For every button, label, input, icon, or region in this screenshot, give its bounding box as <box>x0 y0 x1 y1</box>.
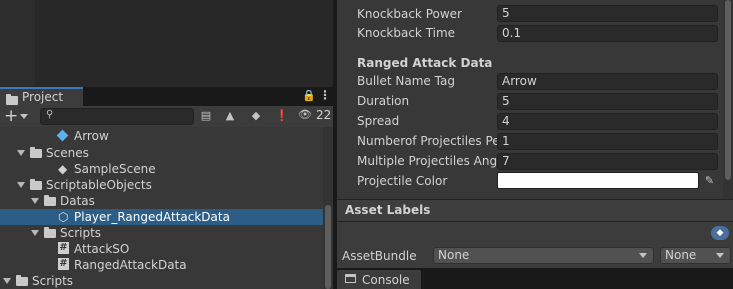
tree-item-label: RangedAttackData <box>74 258 187 272</box>
search-by-label-icon[interactable]: ◆ <box>246 107 266 125</box>
field-label-knockback-power: Knockback Power <box>357 7 462 21</box>
projectile-color-field[interactable] <box>497 172 699 189</box>
chevron-down-icon <box>639 253 647 258</box>
field-label-number-of-projectiles: Numberof Projectiles Per <box>357 134 497 148</box>
hidden-packages-icon[interactable]: 👁 <box>298 108 312 121</box>
tree-item-label: ScriptableObjects <box>46 178 152 192</box>
field-label-projectile-color: Projectile Color <box>357 174 448 188</box>
tree-item-label: Datas <box>60 194 95 208</box>
expand-arrow-icon[interactable] <box>17 150 25 156</box>
scene-view-area <box>0 0 333 86</box>
add-dropdown-caret-icon[interactable] <box>20 114 28 119</box>
tree-item-label: Arrow <box>74 129 109 143</box>
spread-field[interactable]: 4 <box>497 113 718 130</box>
console-icon <box>345 274 356 283</box>
folder-icon <box>16 275 28 286</box>
tree-item-player-rangedattackdata[interactable]: ⬡ Player_RangedAttackData <box>0 209 323 225</box>
tree-item-label: Player_RangedAttackData <box>74 210 230 224</box>
tree-item-label: AttackSO <box>74 242 130 256</box>
tree-item-rangedattackdata-script[interactable]: # RangedAttackData <box>0 257 323 273</box>
tree-item-arrow-prefab[interactable]: Arrow <box>0 128 323 144</box>
search-icon: ⚲ <box>46 109 54 120</box>
assetbundle-value: None <box>438 248 470 262</box>
project-search-input[interactable]: ⚲ <box>40 108 194 125</box>
tree-item-scriptableobjects-folder[interactable]: ScriptableObjects <box>0 177 323 193</box>
tree-item-scripts-folder[interactable]: Scripts <box>0 225 323 241</box>
duration-field[interactable]: 5 <box>497 93 718 110</box>
assetbundle-label: AssetBundle <box>342 249 417 263</box>
search-by-type-icon[interactable]: ▲ <box>220 107 240 125</box>
label-tag-icon[interactable]: ◆ <box>711 226 729 240</box>
expand-arrow-icon[interactable] <box>17 182 25 188</box>
csharp-script-icon: # <box>58 242 69 254</box>
field-label-multiple-projectiles-angle: Multiple Projectiles Ange <box>357 154 497 168</box>
field-label-spread: Spread <box>357 114 400 128</box>
folder-icon <box>44 195 56 206</box>
tab-project[interactable]: Project <box>0 87 83 106</box>
hidden-packages-count: 22 <box>316 108 332 122</box>
tree-item-label: Scripts <box>60 226 102 240</box>
expand-arrow-icon[interactable] <box>3 278 11 284</box>
tree-item-label: Scripts <box>32 274 74 288</box>
field-label-bullet-name-tag: Bullet Name Tag <box>357 74 455 88</box>
knockback-time-field[interactable]: 0.1 <box>497 25 718 42</box>
add-asset-button[interactable]: + <box>4 106 18 126</box>
tree-item-label: Scenes <box>46 146 89 160</box>
expand-arrow-icon[interactable] <box>31 230 39 236</box>
scriptable-object-icon: ⬡ <box>58 210 69 224</box>
scene-icon: ◆ <box>58 162 68 176</box>
chevron-down-icon <box>716 253 724 258</box>
assetbundle-dropdown[interactable]: None <box>433 247 654 264</box>
folder-icon <box>44 227 56 238</box>
tree-item-scenes-folder[interactable]: Scenes <box>0 145 323 161</box>
lock-icon[interactable]: 🔒 <box>302 89 316 102</box>
bullet-name-tag-field[interactable]: Arrow <box>497 73 718 90</box>
folder-icon <box>30 147 42 158</box>
asset-labels-title: Asset Labels <box>345 203 431 217</box>
field-label-duration: Duration <box>357 94 410 108</box>
project-scroll-thumb[interactable] <box>325 205 331 289</box>
tree-item-samplescene[interactable]: ◆ SampleScene <box>0 161 323 177</box>
inspector-scroll-thumb[interactable] <box>725 0 731 180</box>
log-filter-icon[interactable]: ❗ <box>272 107 292 125</box>
create-filter-button[interactable]: ▤ <box>196 107 216 125</box>
folder-icon <box>6 94 18 105</box>
tree-item-datas-folder[interactable]: Datas <box>0 193 323 209</box>
tree-item-scripts-root-folder[interactable]: Scripts <box>0 273 323 289</box>
prefab-icon <box>56 129 69 142</box>
field-label-knockback-time: Knockback Time <box>357 26 456 40</box>
csharp-script-icon: # <box>58 258 69 270</box>
assetbundle-variant-value: None <box>665 248 697 262</box>
assetbundle-variant-dropdown[interactable]: None <box>660 247 731 264</box>
section-title-ranged-attack-data: Ranged Attack Data <box>357 56 493 70</box>
tab-console[interactable]: Console <box>337 270 421 289</box>
folder-icon <box>30 179 42 190</box>
project-tab-label: Project <box>22 90 64 104</box>
expand-arrow-icon[interactable] <box>31 198 39 204</box>
multiple-projectiles-angle-field[interactable]: 7 <box>497 153 718 170</box>
project-tree: Arrow Scenes ◆ SampleScene ScriptableObj… <box>0 127 323 289</box>
console-tab-label: Console <box>362 273 410 287</box>
eyedropper-icon[interactable]: ✎ <box>701 172 718 189</box>
asset-labels-header[interactable]: Asset Labels <box>337 199 733 222</box>
knockback-power-field[interactable]: 5 <box>497 5 718 22</box>
tree-item-attackso-script[interactable]: # AttackSO <box>0 241 323 257</box>
tree-item-label: SampleScene <box>74 162 156 176</box>
more-options-icon[interactable]: ⋮ <box>319 88 331 102</box>
number-of-projectiles-field[interactable]: 1 <box>497 133 718 150</box>
